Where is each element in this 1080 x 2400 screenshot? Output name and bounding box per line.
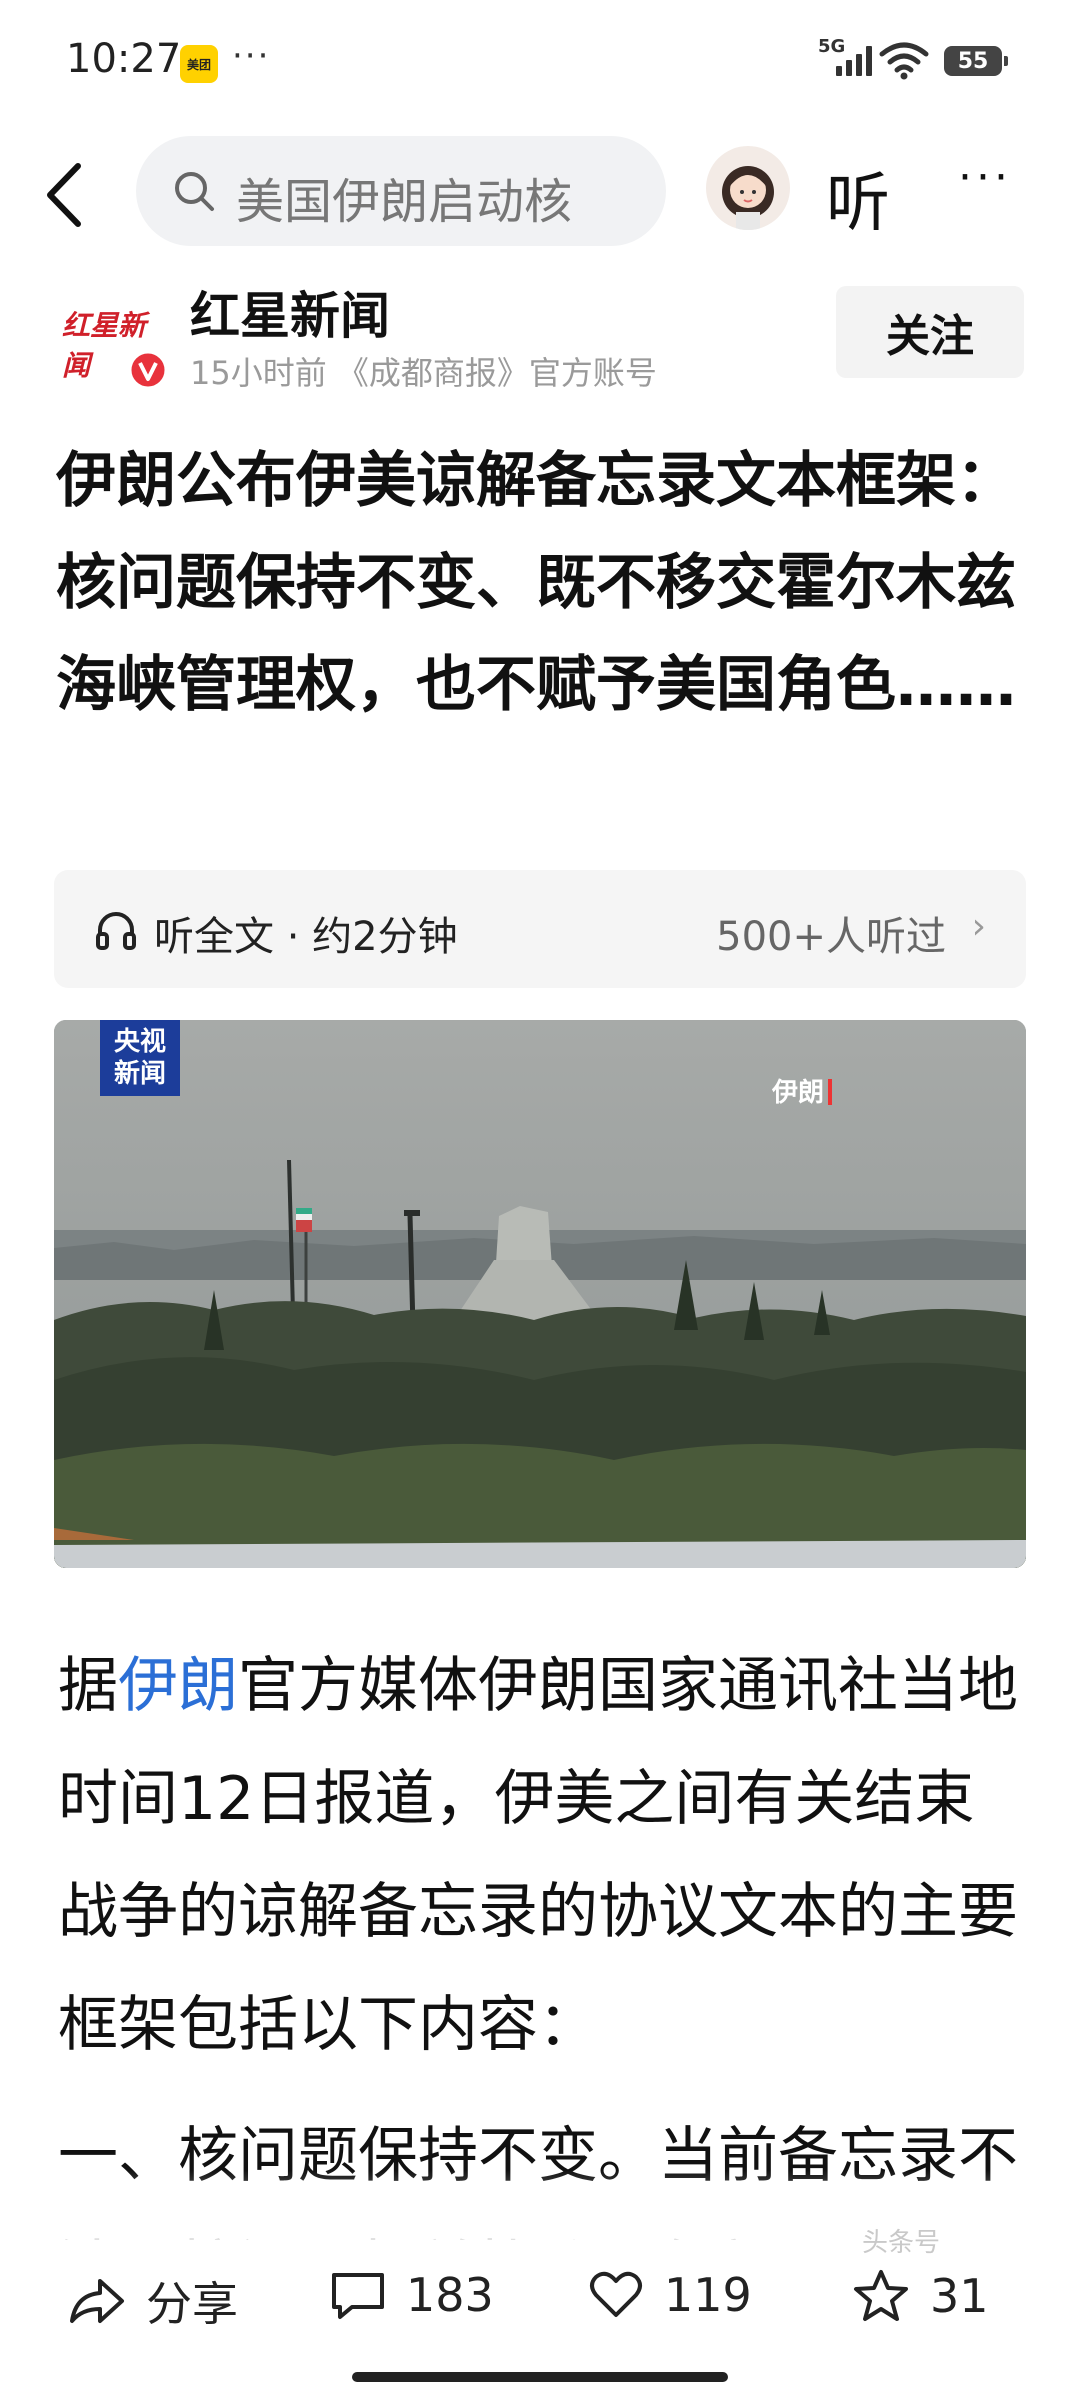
follow-button[interactable]: 关注 [836, 286, 1024, 378]
like-count: 119 [664, 2268, 752, 2322]
listen-full-text-label: 听全文 · 约2分钟 [154, 914, 458, 960]
listen-button[interactable]: 听 [826, 152, 890, 244]
star-icon [854, 2270, 908, 2321]
wifi-icon [879, 42, 929, 80]
author-meta: 15小时前 《成都商报》官方账号 [190, 354, 657, 392]
chevron-right-icon: › [971, 906, 986, 947]
paragraph-1: 据伊朗官方媒体伊朗国家通讯社当地时间12日报道，伊美之间有关结束战争的谅解备忘录… [58, 1630, 1018, 2082]
article-image[interactable]: 央视 新闻 伊朗 [54, 1020, 1026, 1568]
search-icon [175, 172, 214, 211]
cctv-logo-line2: 新闻 [113, 1059, 166, 1089]
like-button[interactable]: 119 [588, 2268, 752, 2322]
article-title: 伊朗公布伊美谅解备忘录文本框架：核问题保持不变、既不移交霍尔木兹海峡管理权，也不… [56, 446, 1016, 720]
comment-button[interactable]: 183 [330, 2268, 494, 2322]
meituan-app-icon: 美团 [180, 45, 218, 83]
cctv-news-logo: 央视 新闻 [100, 1020, 180, 1096]
share-button[interactable]: 分享 [68, 2268, 238, 2334]
comment-count: 183 [406, 2268, 494, 2322]
watermark: 头条号 [862, 2228, 941, 2258]
top-bar: 美国伊朗启动核 听 ··· [0, 130, 1080, 250]
verified-badge-icon [128, 350, 168, 390]
back-icon[interactable] [40, 160, 90, 230]
image-location-label: 伊朗 [772, 1072, 832, 1109]
share-icon [70, 2279, 124, 2323]
avatar-illustration-icon [722, 166, 774, 230]
share-label: 分享 [146, 2277, 238, 2331]
para1-prefix: 据 [58, 1651, 118, 1721]
favorite-button[interactable]: 31 [852, 2268, 989, 2324]
listen-count: 500+人听过 [716, 914, 946, 960]
more-notifications-icon: ··· [232, 36, 271, 76]
headphones-icon [96, 912, 136, 950]
search-bar[interactable]: 美国伊朗启动核 [136, 136, 666, 246]
battery-indicator: 55 [944, 46, 1008, 76]
home-indicator[interactable] [352, 2372, 728, 2382]
avatar[interactable] [706, 146, 790, 230]
search-input[interactable]: 美国伊朗启动核 [236, 162, 646, 232]
cctv-logo-line1: 央视 [113, 1027, 166, 1057]
status-bar: 10:27 美团 ··· 5G 55 [0, 0, 1080, 120]
author-name[interactable]: 红星新闻 [190, 276, 390, 348]
status-time: 10:27 [66, 36, 182, 82]
heart-icon [590, 2271, 642, 2317]
more-menu-button[interactable]: ··· [958, 152, 1012, 203]
favorite-count: 31 [930, 2269, 989, 2323]
listen-full-text-row[interactable]: 听全文 · 约2分钟 500+人听过 › [54, 870, 1026, 988]
comment-icon [332, 2273, 384, 2319]
signal-icon [836, 44, 872, 76]
tehran-skyline-photo [54, 1020, 1026, 1568]
iran-link[interactable]: 伊朗 [118, 1651, 238, 1721]
